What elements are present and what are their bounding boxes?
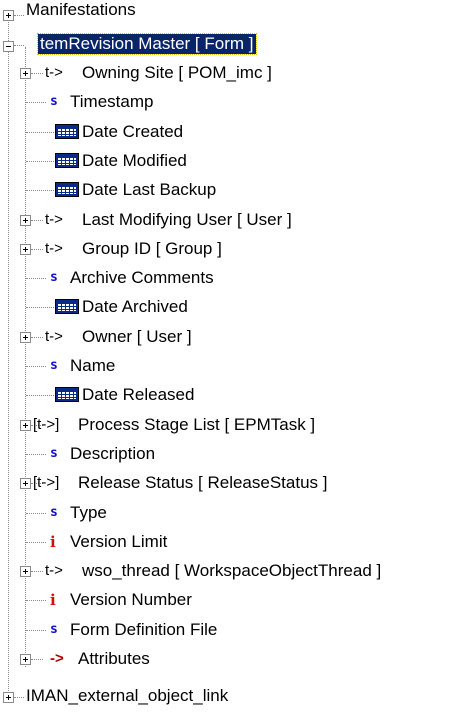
tree-node-label: temRevision Master [ Form ] <box>37 33 257 55</box>
reference-type-icon: t-> <box>45 562 63 580</box>
string-type-icon: s <box>50 270 58 286</box>
tree-node[interactable]: [t->] Release Status [ ReleaseStatus ] <box>0 469 466 498</box>
expand-plus-icon[interactable] <box>20 654 31 665</box>
tree-node-label: Date Created <box>82 121 184 141</box>
reference-list-type-icon: [t->] <box>33 474 60 492</box>
expand-plus-icon[interactable] <box>3 692 14 703</box>
string-type-icon: s <box>50 504 58 520</box>
tree-node[interactable]: t-> wso_thread [ WorkspaceObjectThread ] <box>0 557 466 586</box>
attribute-arrow-icon: -> <box>50 650 64 667</box>
tree-node[interactable]: t-> Owning Site [ POM_imc ] <box>0 59 466 88</box>
tree-node-label: Archive Comments <box>70 268 214 288</box>
calendar-icon <box>55 182 79 198</box>
tree-node-label: Last Modifying User [ User ] <box>82 209 292 229</box>
tree-node-label: Process Stage List [ EPMTask ] <box>78 414 316 434</box>
object-tree: Manifestations temRevision Master [ Form… <box>0 0 466 705</box>
tree-node[interactable]: s Archive Comments <box>0 264 466 293</box>
string-type-icon: s <box>50 358 58 373</box>
expand-plus-icon[interactable] <box>20 331 31 343</box>
string-type-icon: s <box>50 94 58 110</box>
tree-node[interactable]: s Description <box>0 440 466 469</box>
collapse-minus-icon[interactable] <box>3 41 14 52</box>
reference-type-icon: t-> <box>45 210 63 228</box>
tree-node-label: Description <box>70 443 156 463</box>
tree-node[interactable]: i Version Limit <box>0 528 466 557</box>
expand-plus-icon[interactable] <box>20 68 31 79</box>
tree-node-label: Group ID [ Group ] <box>82 238 222 258</box>
tree-node[interactable]: -> Attributes <box>0 645 466 674</box>
tree-node-label: Date Modified <box>82 150 187 170</box>
reference-type-icon: t-> <box>45 64 63 81</box>
expand-plus-icon[interactable] <box>3 10 14 21</box>
tree-node-label: Owning Site [ POM_imc ] <box>82 63 272 82</box>
calendar-icon <box>55 152 79 168</box>
integer-type-icon: i <box>50 591 56 610</box>
tree-node[interactable]: t-> Group ID [ Group ] <box>0 235 466 264</box>
tree-node-label: IMAN_external_object_link <box>26 686 229 705</box>
string-type-icon: s <box>50 621 58 637</box>
tree-node-itemrevision-master[interactable]: temRevision Master [ Form ] <box>0 31 466 60</box>
tree-node-label: Attributes <box>78 649 150 668</box>
tree-node[interactable]: Date Created <box>0 118 466 147</box>
expand-plus-icon[interactable] <box>20 243 31 255</box>
reference-type-icon: t-> <box>45 327 63 345</box>
tree-node-label: Date Last Backup <box>82 180 217 200</box>
calendar-icon <box>55 123 79 139</box>
tree-node-label: Manifestations <box>26 0 136 19</box>
tree-node[interactable]: t-> Last Modifying User [ User ] <box>0 206 466 235</box>
tree-node[interactable]: [t->] Process Stage List [ EPMTask ] <box>0 411 466 440</box>
calendar-icon <box>55 299 79 315</box>
tree-node-label: Date Archived <box>82 297 188 317</box>
tree-node[interactable]: Date Archived <box>0 293 466 322</box>
tree-node-label: Version Limit <box>70 531 168 551</box>
tree-node[interactable]: s Type <box>0 499 466 528</box>
tree-node-label: Timestamp <box>70 92 154 112</box>
tree-node[interactable]: t-> Owner [ User ] <box>0 323 466 352</box>
calendar-icon <box>55 387 79 403</box>
tree-node[interactable]: i Version Number <box>0 586 466 615</box>
tree-node-label: Date Released <box>82 385 195 405</box>
integer-type-icon: i <box>50 532 56 551</box>
tree-node[interactable]: s Timestamp <box>0 88 466 117</box>
expand-plus-icon[interactable] <box>20 566 31 578</box>
expand-plus-icon[interactable] <box>20 419 31 431</box>
tree-node[interactable]: Date Modified <box>0 147 466 176</box>
tree-node-label: Owner [ User ] <box>82 326 192 346</box>
reference-list-type-icon: [t->] <box>33 415 60 433</box>
tree-node[interactable]: s Name <box>0 352 466 381</box>
string-type-icon: s <box>50 445 58 461</box>
tree-node-label: Name <box>70 356 116 375</box>
tree-node[interactable]: Date Last Backup <box>0 176 466 205</box>
tree-node-label: Release Status [ ReleaseStatus ] <box>78 473 328 493</box>
tree-node[interactable]: s Form Definition File <box>0 616 466 645</box>
reference-type-icon: t-> <box>45 239 63 257</box>
tree-node-label: Form Definition File <box>70 619 218 639</box>
tree-node-manifestations[interactable]: Manifestations <box>0 0 466 31</box>
tree-node-label: wso_thread [ WorkspaceObjectThread ] <box>82 561 382 581</box>
expand-plus-icon[interactable] <box>20 214 31 226</box>
tree-node-label: Version Number <box>70 590 192 610</box>
tree-node[interactable]: Date Released <box>0 381 466 410</box>
expand-plus-icon[interactable] <box>20 478 31 490</box>
tree-node-label: Type <box>70 502 107 522</box>
